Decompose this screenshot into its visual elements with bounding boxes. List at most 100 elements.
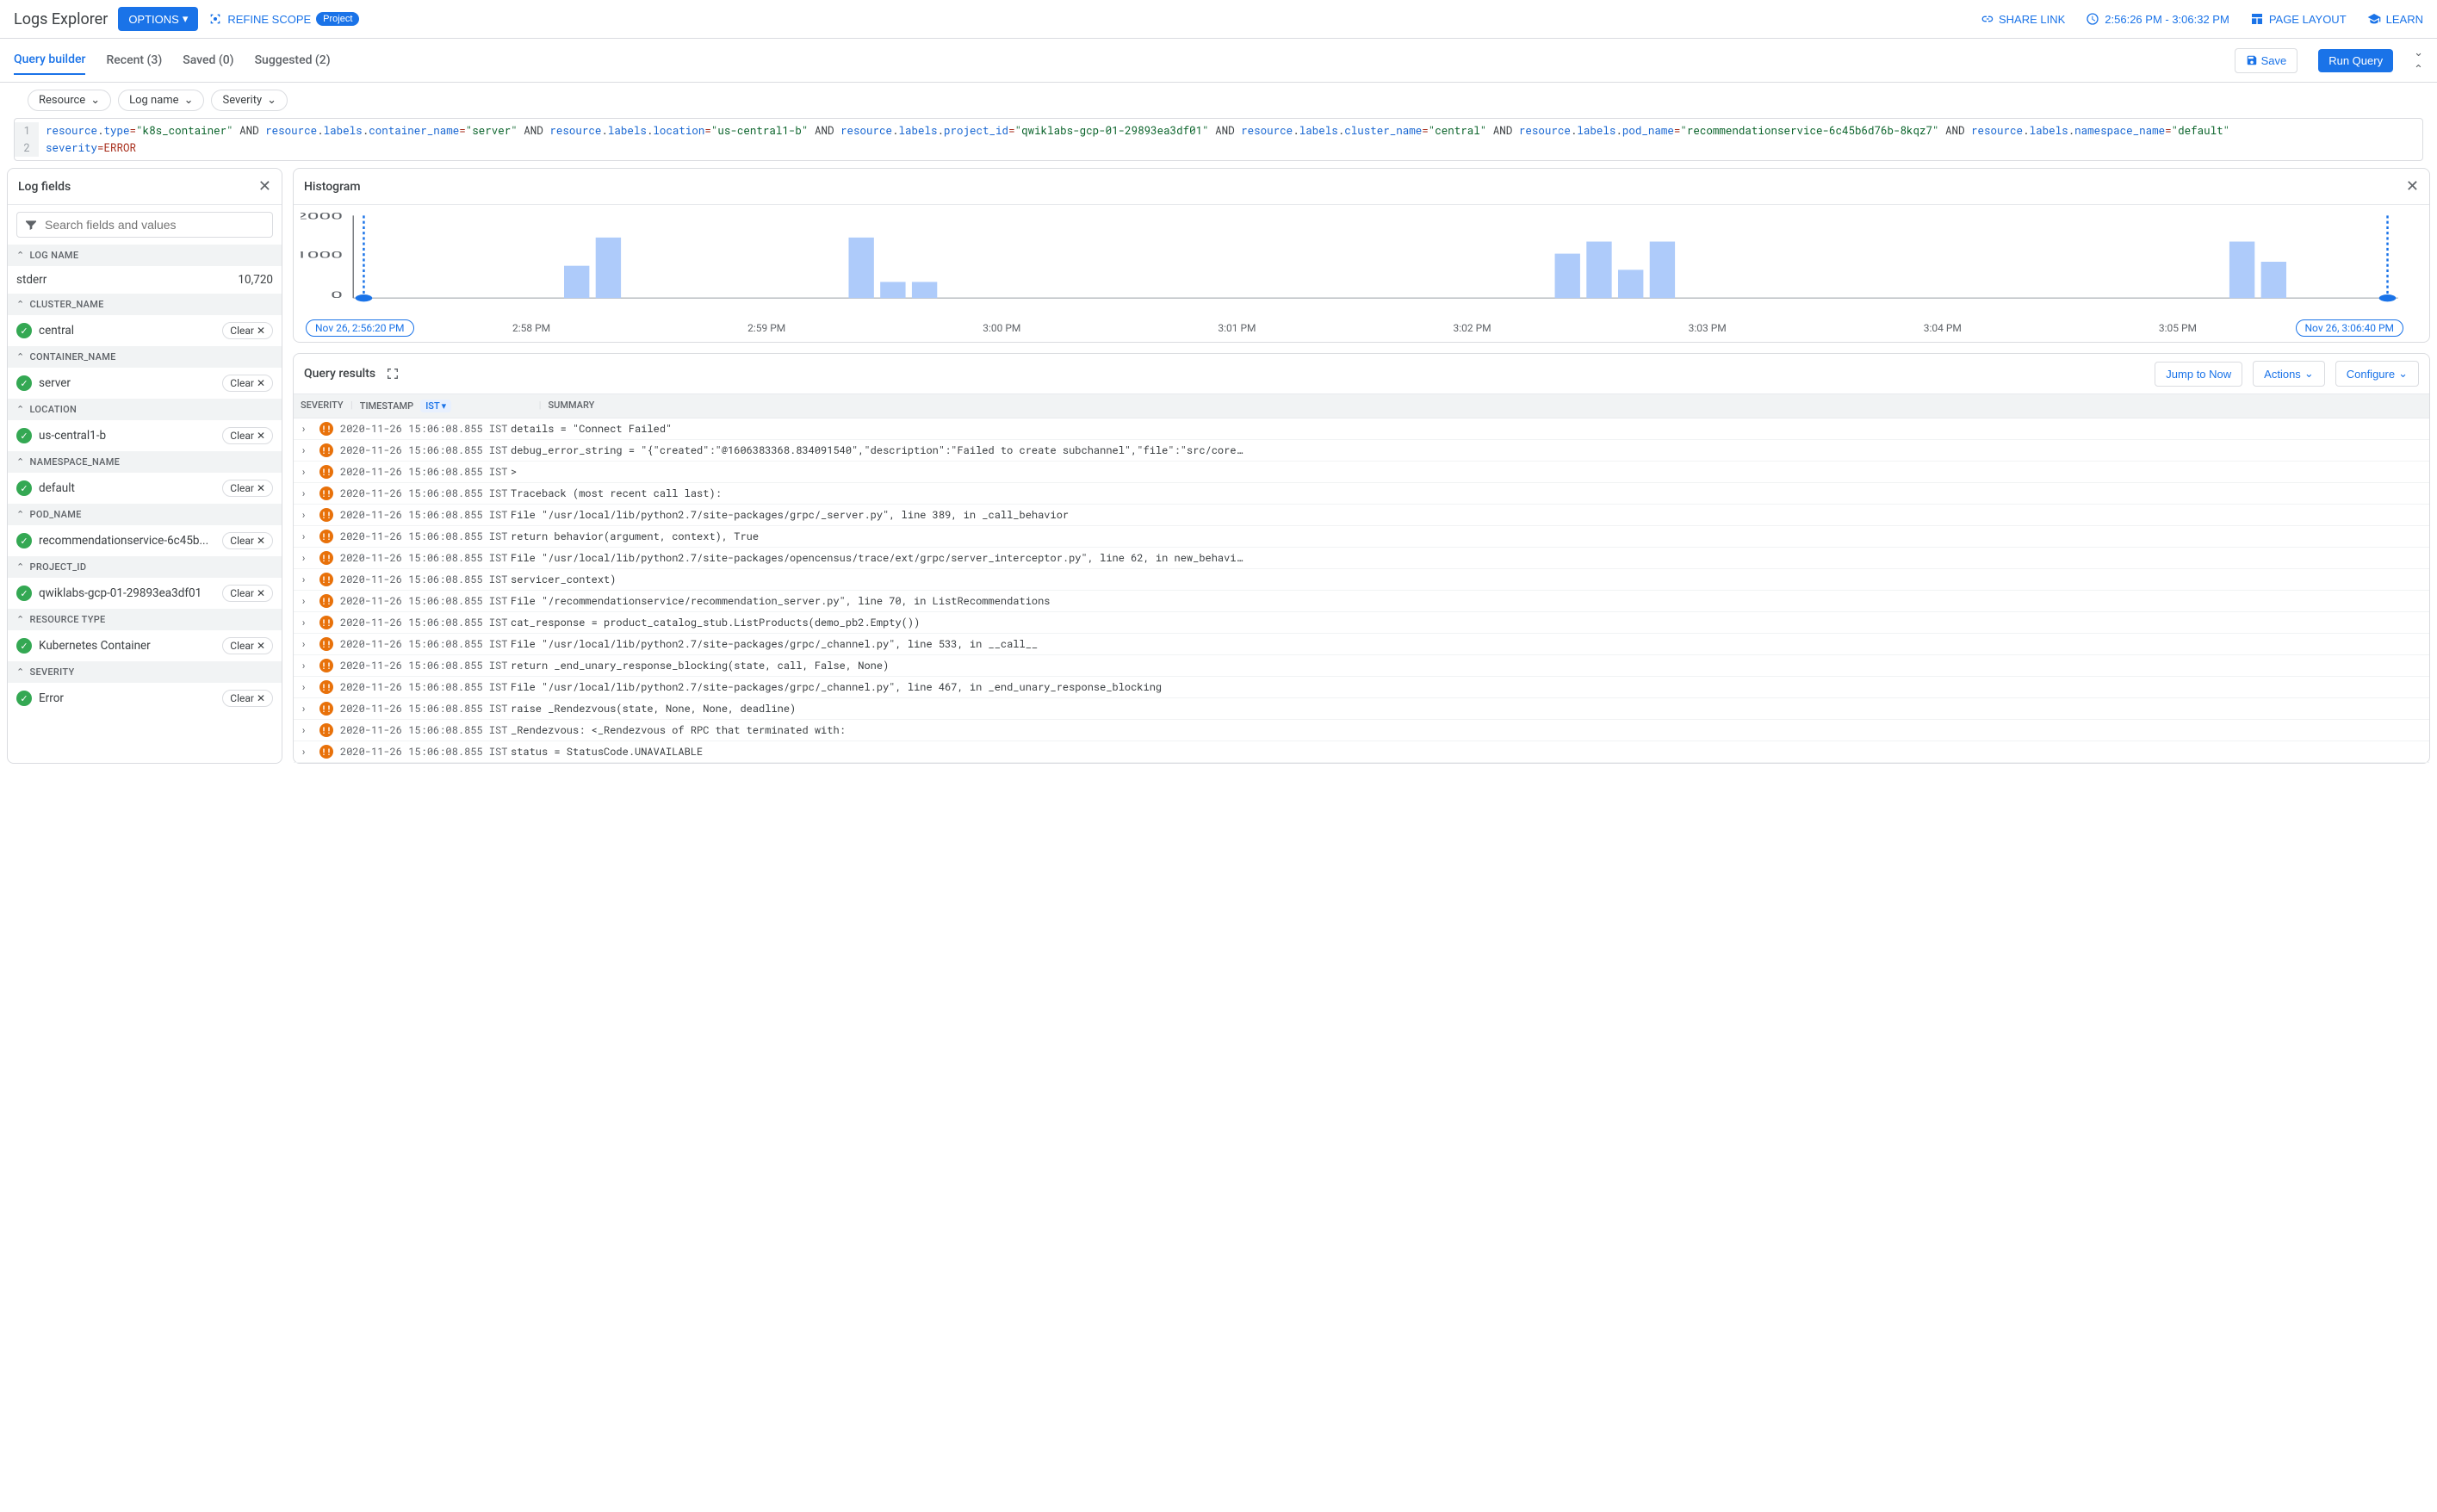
chevron-right-icon[interactable]: ›: [301, 422, 313, 436]
log-row[interactable]: › !! 2020-11-26 15:06:08.855 IST return …: [294, 526, 2429, 548]
field-group-header[interactable]: ⌃ NAMESPACE_NAME: [8, 451, 282, 473]
chevron-right-icon[interactable]: ›: [301, 486, 313, 500]
log-row[interactable]: › !! 2020-11-26 15:06:08.855 IST service…: [294, 569, 2429, 591]
check-icon: ✓: [16, 480, 32, 496]
page-layout-button[interactable]: PAGE LAYOUT: [2250, 12, 2347, 26]
chevron-right-icon[interactable]: ›: [301, 745, 313, 759]
field-group-header[interactable]: ⌃ PROJECT_ID: [8, 556, 282, 578]
log-row[interactable]: › !! 2020-11-26 15:06:08.855 IST File "/…: [294, 677, 2429, 698]
field-group-header[interactable]: ⌃ POD_NAME: [8, 504, 282, 525]
field-row[interactable]: ✓ server Clear ✕: [8, 368, 282, 399]
timezone-pill[interactable]: IST ▾: [420, 400, 451, 412]
expand-icon[interactable]: [386, 367, 400, 381]
clear-button[interactable]: Clear ✕: [222, 427, 273, 444]
chevron-right-icon[interactable]: ›: [301, 616, 313, 629]
log-row[interactable]: › !! 2020-11-26 15:06:08.855 IST File "/…: [294, 634, 2429, 655]
field-group-header[interactable]: ⌃ RESOURCE TYPE: [8, 609, 282, 630]
clear-button[interactable]: Clear ✕: [222, 690, 273, 707]
chevron-right-icon[interactable]: ›: [301, 443, 313, 457]
query-line-1[interactable]: resource.type="k8s_container" AND resour…: [39, 122, 2422, 139]
save-icon: [2246, 54, 2258, 66]
check-icon: ✓: [16, 691, 32, 706]
log-row[interactable]: › !! 2020-11-26 15:06:08.855 IST File "/…: [294, 548, 2429, 569]
log-row[interactable]: › !! 2020-11-26 15:06:08.855 IST File "/…: [294, 505, 2429, 526]
share-link-button[interactable]: SHARE LINK: [1980, 12, 2065, 26]
tab-recent[interactable]: Recent (3): [106, 46, 162, 74]
query-results-panel: Query results Jump to Now Actions ⌄ Conf…: [293, 353, 2430, 764]
log-row[interactable]: › !! 2020-11-26 15:06:08.855 IST status …: [294, 741, 2429, 763]
query-line-2[interactable]: severity=ERROR: [39, 139, 2422, 157]
save-button[interactable]: Save: [2235, 48, 2298, 73]
field-group-header[interactable]: ⌃ CONTAINER_NAME: [8, 346, 282, 368]
chevron-right-icon[interactable]: ›: [301, 551, 313, 565]
log-row[interactable]: › !! 2020-11-26 15:06:08.855 IST return …: [294, 655, 2429, 677]
histogram-chart[interactable]: 2000 1000 0: [301, 208, 2409, 316]
tab-saved[interactable]: Saved (0): [183, 46, 233, 74]
log-row[interactable]: › !! 2020-11-26 15:06:08.855 IST details…: [294, 418, 2429, 440]
field-row[interactable]: ✓ Error Clear ✕: [8, 683, 282, 714]
start-time-pill[interactable]: Nov 26, 2:56:20 PM: [306, 319, 414, 337]
log-timestamp: 2020-11-26 15:06:08.855 IST: [340, 551, 504, 565]
log-row[interactable]: › !! 2020-11-26 15:06:08.855 IST >: [294, 462, 2429, 483]
chevron-right-icon[interactable]: ›: [301, 508, 313, 522]
field-row[interactable]: stderr10,720: [8, 266, 282, 294]
filter-logname[interactable]: Log name ⌄: [118, 90, 204, 111]
chevron-right-icon[interactable]: ›: [301, 659, 313, 672]
log-row[interactable]: › !! 2020-11-26 15:06:08.855 IST File "/…: [294, 591, 2429, 612]
clear-button[interactable]: Clear ✕: [222, 375, 273, 392]
field-row[interactable]: ✓ us-central1-b Clear ✕: [8, 420, 282, 451]
log-row[interactable]: › !! 2020-11-26 15:06:08.855 IST debug_e…: [294, 440, 2429, 462]
clear-button[interactable]: Clear ✕: [222, 585, 273, 602]
learn-button[interactable]: LEARN: [2367, 12, 2423, 26]
end-time-pill[interactable]: Nov 26, 3:06:40 PM: [2296, 319, 2404, 337]
field-group-header[interactable]: ⌃ SEVERITY: [8, 661, 282, 683]
chevron-right-icon[interactable]: ›: [301, 723, 313, 737]
field-row[interactable]: ✓ recommendationservice-6c45b... Clear ✕: [8, 525, 282, 556]
filter-severity[interactable]: Severity ⌄: [211, 90, 288, 111]
tab-query-builder[interactable]: Query builder: [14, 46, 85, 75]
configure-dropdown[interactable]: Configure ⌄: [2335, 361, 2419, 387]
filter-resource[interactable]: Resource ⌄: [28, 90, 111, 111]
actions-dropdown[interactable]: Actions ⌄: [2253, 361, 2325, 387]
field-row[interactable]: ✓ Kubernetes Container Clear ✕: [8, 630, 282, 661]
field-row[interactable]: ✓ qwiklabs-gcp-01-29893ea3df01 Clear ✕: [8, 578, 282, 609]
field-row[interactable]: ✓ default Clear ✕: [8, 473, 282, 504]
field-group-header[interactable]: ⌃ LOCATION: [8, 399, 282, 420]
scope-badge: Project: [316, 12, 359, 26]
refine-scope-button[interactable]: REFINE SCOPE Project: [208, 12, 359, 26]
time-range-button[interactable]: 2:56:26 PM - 3:06:32 PM: [2086, 12, 2229, 26]
chevron-right-icon[interactable]: ›: [301, 465, 313, 479]
chevron-right-icon[interactable]: ›: [301, 530, 313, 543]
severity-error-icon: !!: [319, 422, 333, 436]
log-row[interactable]: › !! 2020-11-26 15:06:08.855 IST _Rendez…: [294, 720, 2429, 741]
fields-search[interactable]: [16, 212, 273, 238]
close-icon[interactable]: ✕: [2406, 177, 2419, 195]
expand-toggle[interactable]: ⌄⌄: [2414, 46, 2423, 74]
close-icon[interactable]: ✕: [258, 177, 271, 195]
clear-button[interactable]: Clear ✕: [222, 480, 273, 497]
chevron-right-icon[interactable]: ›: [301, 702, 313, 716]
chevron-right-icon[interactable]: ›: [301, 594, 313, 608]
tab-suggested[interactable]: Suggested (2): [255, 46, 331, 74]
log-summary: status = StatusCode.UNAVAILABLE: [511, 745, 2422, 759]
field-group-header[interactable]: ⌃ LOG NAME: [8, 245, 282, 266]
jump-to-now-button[interactable]: Jump to Now: [2155, 362, 2242, 387]
chevron-up-icon: ⌃: [16, 614, 25, 625]
query-editor[interactable]: 1 resource.type="k8s_container" AND reso…: [0, 118, 2437, 168]
field-group-header[interactable]: ⌃ CLUSTER_NAME: [8, 294, 282, 315]
chevron-right-icon[interactable]: ›: [301, 637, 313, 651]
fields-search-input[interactable]: [45, 218, 265, 232]
log-summary: return _end_unary_response_blocking(stat…: [511, 659, 2422, 672]
clear-button[interactable]: Clear ✕: [222, 637, 273, 654]
log-row[interactable]: › !! 2020-11-26 15:06:08.855 IST Traceba…: [294, 483, 2429, 505]
field-row[interactable]: ✓ central Clear ✕: [8, 315, 282, 346]
check-icon: ✓: [16, 638, 32, 654]
options-button[interactable]: OPTIONS ▾: [118, 7, 198, 31]
clear-button[interactable]: Clear ✕: [222, 532, 273, 549]
chevron-right-icon[interactable]: ›: [301, 680, 313, 694]
chevron-right-icon[interactable]: ›: [301, 573, 313, 586]
log-row[interactable]: › !! 2020-11-26 15:06:08.855 IST raise _…: [294, 698, 2429, 720]
clear-button[interactable]: Clear ✕: [222, 322, 273, 339]
log-row[interactable]: › !! 2020-11-26 15:06:08.855 IST cat_res…: [294, 612, 2429, 634]
run-query-button[interactable]: Run Query: [2318, 49, 2393, 72]
